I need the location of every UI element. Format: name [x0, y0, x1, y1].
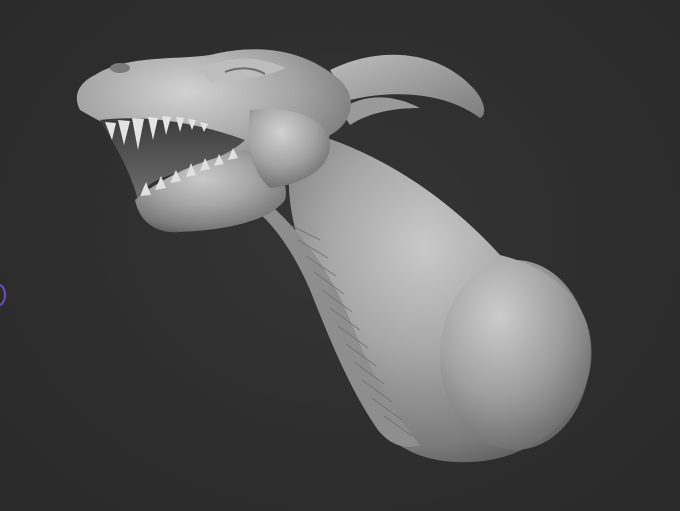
dragon-head-sculpt-icon: [76, 49, 592, 463]
sculpt-viewport[interactable]: [0, 0, 680, 511]
horn-front: [340, 97, 420, 125]
nostril: [110, 63, 130, 73]
bust-lobe: [440, 260, 590, 450]
